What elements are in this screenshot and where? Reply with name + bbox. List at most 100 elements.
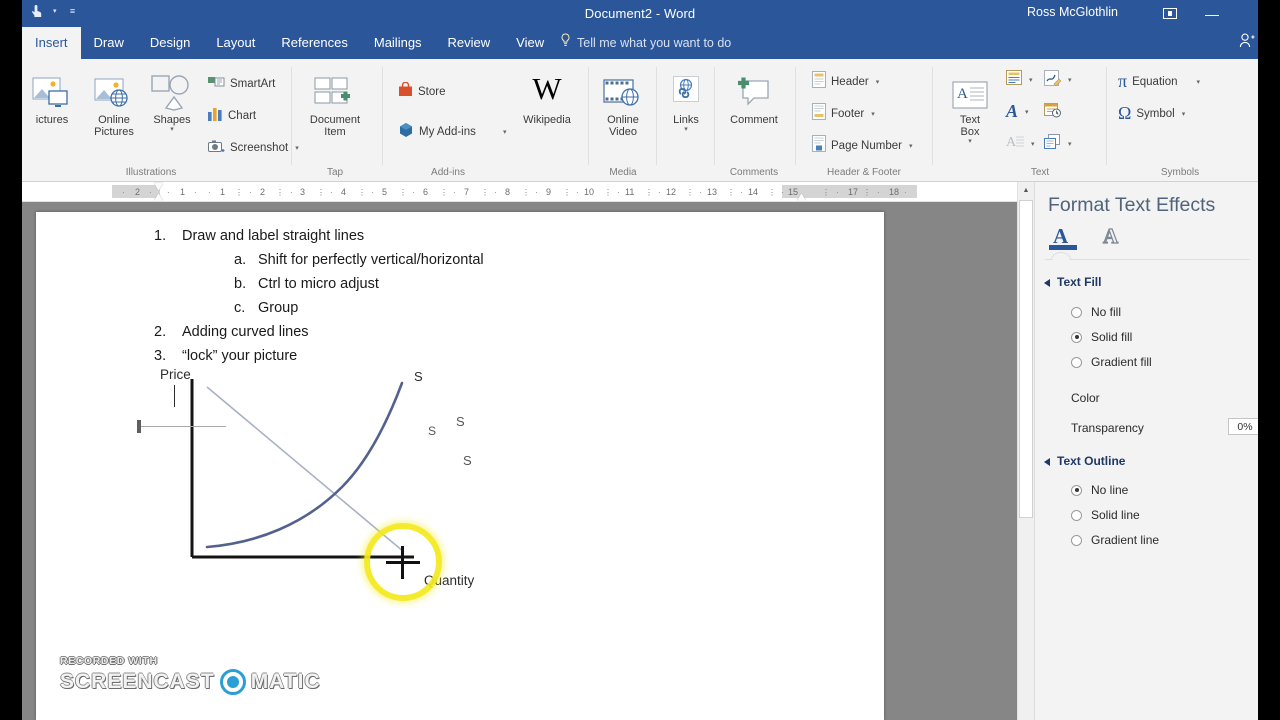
- transparency-slider-track[interactable]: [140, 426, 226, 427]
- tell-me-search[interactable]: Tell me what you want to do: [560, 27, 731, 59]
- radio-button[interactable]: [1071, 484, 1082, 496]
- stray-label-s[interactable]: S: [456, 414, 465, 429]
- radio-gradient-line[interactable]: Gradient line: [1071, 533, 1159, 547]
- date-time-button[interactable]: [1044, 99, 1061, 125]
- radio-no-line[interactable]: No line: [1071, 483, 1128, 497]
- radio-button[interactable]: [1071, 331, 1082, 343]
- screenshot-icon: [208, 139, 225, 158]
- radio-solid-fill[interactable]: Solid fill: [1071, 330, 1132, 344]
- page-number-caret[interactable]: ▾: [909, 142, 913, 150]
- signature-line-button[interactable]: ▾: [1044, 67, 1072, 93]
- vertical-scrollbar[interactable]: ▲: [1017, 182, 1034, 720]
- tab-mailings[interactable]: Mailings: [361, 27, 435, 59]
- links-caret[interactable]: ▾: [656, 126, 716, 134]
- footer-button[interactable]: Footer ▾: [812, 101, 875, 127]
- ruler-number: 2: [135, 187, 141, 197]
- footer-caret[interactable]: ▾: [871, 110, 875, 118]
- group-label-symbols: Symbols: [1160, 167, 1200, 178]
- text-box-label: Text Box: [959, 114, 981, 138]
- my-addins-button[interactable]: My Add-ins: [398, 119, 476, 145]
- symbol-label: Symbol: [1136, 108, 1175, 120]
- screenshot-label: Screenshot: [230, 142, 289, 154]
- quick-parts-icon: [1006, 70, 1022, 90]
- word-application-window: ▾ ≡ Document2 - Word Ross McGlothlin — I…: [0, 0, 1280, 720]
- transparency-slider-knob[interactable]: [137, 420, 141, 433]
- group-label-comments: Comments: [729, 167, 779, 178]
- tab-review[interactable]: Review: [435, 27, 504, 59]
- stray-label-s[interactable]: S: [428, 424, 436, 438]
- shapes-caret[interactable]: ▾: [142, 126, 202, 134]
- tab-references[interactable]: References: [268, 27, 360, 59]
- document-item-button[interactable]: Document Item: [305, 67, 365, 138]
- equation-caret[interactable]: ▾: [1197, 78, 1201, 86]
- tab-insert[interactable]: Insert: [22, 27, 81, 59]
- equation-button[interactable]: π Equation ▾: [1118, 69, 1200, 95]
- pane-tab-text-effects[interactable]: A: [1099, 223, 1129, 254]
- header-button[interactable]: Header ▾: [812, 69, 879, 95]
- store-button[interactable]: Store: [398, 79, 446, 105]
- my-addins-caret[interactable]: ▾: [503, 128, 507, 136]
- right-indent-marker[interactable]: [797, 194, 806, 201]
- transparency-value-box[interactable]: 0%: [1228, 418, 1262, 435]
- expand-triangle-icon[interactable]: [1044, 279, 1050, 287]
- ribbon-display-options-button[interactable]: [1150, 0, 1190, 27]
- wordart-caret[interactable]: ▾: [1025, 108, 1029, 116]
- first-line-indent-marker[interactable]: [154, 183, 163, 190]
- account-name[interactable]: Ross McGlothlin: [1027, 5, 1118, 19]
- ribbon-group-tap: Document Item Tap: [296, 59, 374, 182]
- drop-cap-icon: A: [1006, 134, 1024, 154]
- document-page[interactable]: 1. Draw and label straight lines a. Shif…: [36, 212, 884, 720]
- share-person-icon[interactable]: [1239, 33, 1255, 52]
- stray-label-s[interactable]: S: [463, 453, 472, 468]
- tab-layout[interactable]: Layout: [203, 27, 268, 59]
- comment-button[interactable]: Comment: [721, 67, 787, 126]
- scrollbar-thumb[interactable]: [1019, 200, 1033, 518]
- signature-line-caret[interactable]: ▾: [1068, 76, 1072, 84]
- links-button[interactable]: Links ▾: [656, 67, 716, 134]
- radio-button[interactable]: [1071, 534, 1082, 546]
- radio-solid-line[interactable]: Solid line: [1071, 508, 1140, 522]
- ruler-number: 14: [748, 187, 759, 197]
- radio-button[interactable]: [1071, 306, 1082, 318]
- my-addins-caret-button[interactable]: ▾: [501, 119, 507, 145]
- radio-no-fill[interactable]: No fill: [1071, 305, 1121, 319]
- drop-cap-caret[interactable]: ▾: [1031, 140, 1035, 148]
- text-box-caret[interactable]: ▾: [941, 138, 999, 146]
- shapes-button[interactable]: Shapes ▾: [142, 67, 202, 134]
- pictures-button[interactable]: ictures: [22, 67, 82, 126]
- list-item: a. Shift for perfectly vertical/horizont…: [154, 248, 714, 272]
- expand-triangle-icon[interactable]: [1044, 458, 1050, 466]
- pane-tab-text-fill-outline[interactable]: A: [1049, 224, 1079, 254]
- chart-button[interactable]: Chart: [208, 103, 256, 129]
- drop-cap-button[interactable]: A ▾: [1006, 131, 1035, 157]
- wordart-button[interactable]: A ▾: [1006, 99, 1029, 125]
- header-caret[interactable]: ▾: [876, 78, 880, 86]
- tab-draw[interactable]: Draw: [81, 27, 137, 59]
- online-video-button[interactable]: Online Video: [593, 67, 653, 138]
- radio-button[interactable]: [1071, 509, 1082, 521]
- radio-button[interactable]: [1071, 356, 1082, 368]
- screenshot-button[interactable]: Screenshot ▾: [208, 135, 299, 161]
- symbol-button[interactable]: Ω Symbol ▾: [1118, 101, 1185, 127]
- object-caret[interactable]: ▾: [1068, 140, 1072, 148]
- page-number-button[interactable]: Page Number ▾: [812, 133, 912, 159]
- quick-parts-button[interactable]: ▾: [1006, 67, 1033, 93]
- horizontal-ruler[interactable]: 2 1 · · · · 1 2 3 4 5 6 7 8 9 10 11 12 13 …: [22, 182, 1024, 202]
- symbol-caret[interactable]: ▾: [1182, 110, 1186, 118]
- object-button[interactable]: ▾: [1044, 131, 1072, 157]
- tab-design[interactable]: Design: [137, 27, 203, 59]
- hanging-indent-marker[interactable]: [154, 194, 163, 201]
- tab-view[interactable]: View: [503, 27, 557, 59]
- quick-parts-caret[interactable]: ▾: [1029, 76, 1033, 84]
- outline-list[interactable]: 1. Draw and label straight lines a. Shif…: [154, 224, 714, 368]
- online-pictures-button[interactable]: Online Pictures: [84, 67, 144, 138]
- radio-gradient-fill[interactable]: Gradient fill: [1071, 355, 1152, 369]
- group-separator: [382, 67, 383, 165]
- text-box-button[interactable]: A Text Box ▾: [941, 67, 999, 146]
- minimize-button[interactable]: —: [1192, 0, 1232, 27]
- section-header-text-fill[interactable]: Text Fill: [1044, 275, 1101, 289]
- wikipedia-button[interactable]: W Wikipedia: [513, 67, 581, 127]
- smartart-button[interactable]: SmartArt: [208, 71, 275, 97]
- scroll-up-arrow-icon[interactable]: ▲: [1018, 182, 1034, 199]
- section-header-text-outline[interactable]: Text Outline: [1044, 454, 1125, 468]
